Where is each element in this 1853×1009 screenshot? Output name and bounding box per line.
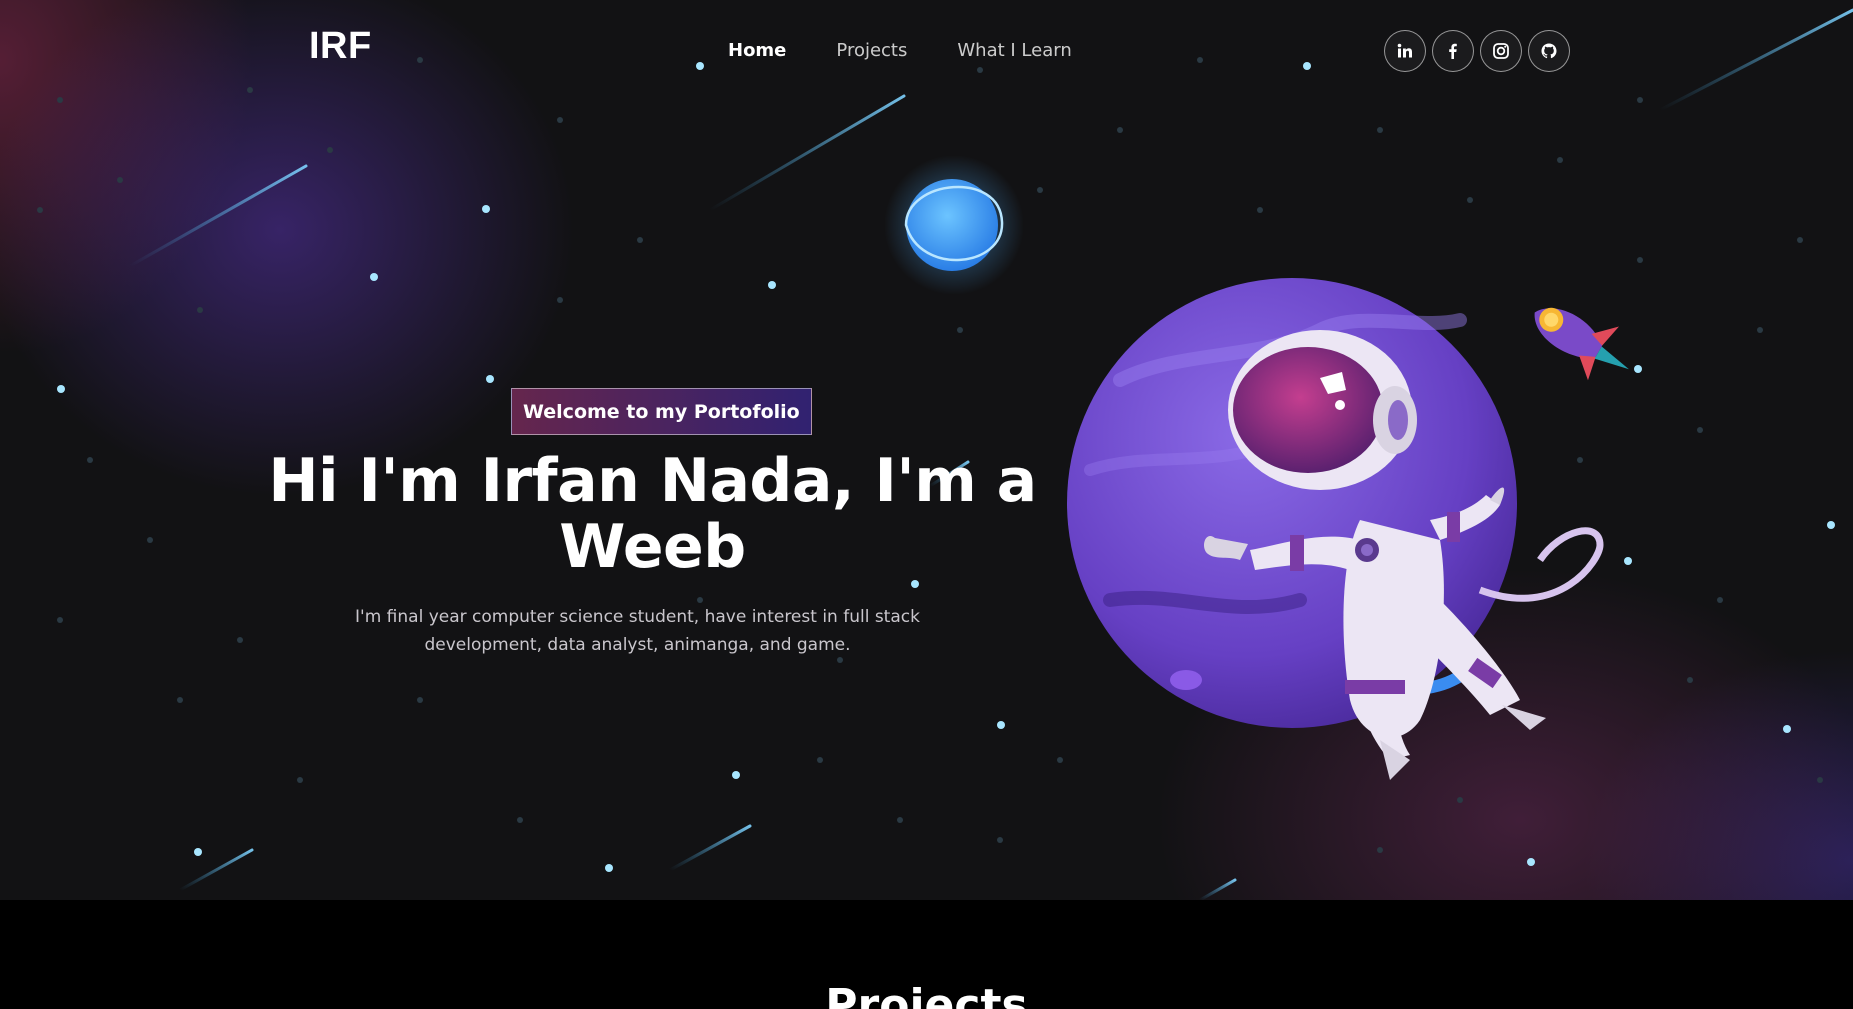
- facebook-button[interactable]: [1432, 30, 1474, 72]
- nav-link-projects[interactable]: Projects: [836, 40, 907, 61]
- instagram-icon: [1493, 43, 1509, 59]
- hero-banner: IRF Home Projects What I Learn Welcome t…: [0, 0, 1853, 900]
- hero-description: I'm final year computer science student,…: [355, 607, 920, 655]
- hero-title: Hi I'm Irfan Nada, I'm a Weeb: [268, 446, 1037, 582]
- nav-link-home[interactable]: Home: [728, 40, 786, 61]
- facebook-icon: [1449, 43, 1457, 59]
- instagram-button[interactable]: [1480, 30, 1522, 72]
- linkedin-button[interactable]: [1384, 30, 1426, 72]
- github-icon: [1541, 43, 1557, 59]
- site-logo[interactable]: IRF: [309, 25, 372, 68]
- projects-heading: Projects: [825, 980, 1028, 1009]
- social-links: [1384, 30, 1570, 72]
- projects-section: Projects: [0, 900, 1853, 1009]
- welcome-tagline: Welcome to my Portofolio: [511, 388, 812, 435]
- nav-link-what-i-learn[interactable]: What I Learn: [957, 40, 1071, 61]
- main-nav: Home Projects What I Learn: [728, 40, 1072, 61]
- github-button[interactable]: [1528, 30, 1570, 72]
- linkedin-icon: [1397, 43, 1412, 58]
